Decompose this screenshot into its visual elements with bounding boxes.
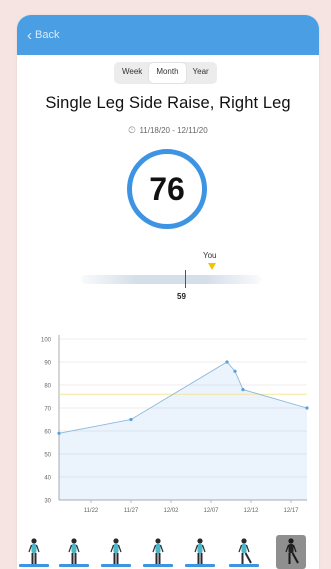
date-range: 🕒︎ 11/18/20 - 12/11/20 xyxy=(17,125,319,136)
data-point xyxy=(233,369,237,373)
thumbnail-base xyxy=(185,564,215,567)
standing-pose-icon xyxy=(194,538,206,564)
chevron-left-icon: ‹ xyxy=(27,26,32,44)
exercise-thumbnail[interactable] xyxy=(276,535,306,569)
range-tick xyxy=(185,270,186,288)
x-tick-label: 12/07 xyxy=(203,508,219,514)
clock-icon: 🕒︎ xyxy=(128,125,136,135)
exercise-thumbnail[interactable] xyxy=(143,535,173,569)
data-point xyxy=(305,406,309,410)
data-point xyxy=(241,388,245,392)
x-tick-label: 11/22 xyxy=(84,508,99,514)
y-tick-label: 50 xyxy=(44,453,51,459)
standing-pose-icon xyxy=(28,538,40,564)
data-point xyxy=(129,417,133,422)
segment-month[interactable]: Month xyxy=(149,63,186,83)
you-marker-icon xyxy=(208,263,216,270)
range-bar xyxy=(81,275,261,284)
thumbnail-base xyxy=(143,564,173,567)
exercise-thumbnail-strip xyxy=(17,525,319,569)
y-tick-label: 100 xyxy=(41,338,52,344)
segment-year[interactable]: Year xyxy=(186,63,216,83)
standing-pose-icon xyxy=(110,538,122,564)
series-area xyxy=(59,362,307,500)
standing-pose-icon xyxy=(152,538,164,564)
thumbnail-base xyxy=(59,564,89,567)
data-point xyxy=(225,360,229,364)
x-tick-label: 11/27 xyxy=(124,508,139,514)
y-tick-label: 60 xyxy=(44,430,51,436)
x-tick-label: 12/17 xyxy=(283,508,299,514)
exercise-thumbnail[interactable] xyxy=(19,535,49,569)
date-range-text: 11/18/20 - 12/11/20 xyxy=(139,126,208,135)
you-label: You xyxy=(203,251,217,260)
data-point xyxy=(57,431,61,435)
y-tick-label: 70 xyxy=(44,407,51,413)
phone-frame: ‹ Back Week Month Year Single Leg Side R… xyxy=(17,15,319,569)
exercise-thumbnail[interactable] xyxy=(59,535,89,569)
y-tick-label: 90 xyxy=(44,361,51,367)
x-tick-label: 12/12 xyxy=(243,508,259,514)
back-button[interactable]: ‹ Back xyxy=(27,25,59,45)
progress-chart: 100 90 80 70 60 50 40 30 11/22 11/27 12/02 12/07 12/… xyxy=(41,335,309,514)
navigation-bar: ‹ Back xyxy=(17,15,319,55)
y-tick-label: 80 xyxy=(44,384,51,390)
thumbnail-base xyxy=(19,564,49,567)
standing-pose-icon xyxy=(68,538,80,564)
back-label: Back xyxy=(35,29,60,41)
exercise-thumbnail[interactable] xyxy=(185,535,215,569)
score-value: 76 xyxy=(149,170,185,207)
exercise-thumbnail[interactable] xyxy=(101,535,131,569)
exercise-title: Single Leg Side Raise, Right Leg xyxy=(45,94,291,112)
y-tick-label: 30 xyxy=(44,499,51,505)
segment-week[interactable]: Week xyxy=(115,63,149,83)
x-tick-label: 12/02 xyxy=(163,508,179,514)
thumbnail-base xyxy=(101,564,131,567)
range-value: 59 xyxy=(177,292,186,301)
period-segmented-control: Week Month Year xyxy=(114,62,217,84)
side-raise-pose-icon xyxy=(285,538,299,564)
thumbnail-base xyxy=(229,564,259,567)
score-ring: 76 xyxy=(127,149,207,229)
y-tick-label: 40 xyxy=(44,476,51,482)
side-raise-pose-icon xyxy=(238,538,252,564)
exercise-thumbnail[interactable] xyxy=(229,535,259,569)
